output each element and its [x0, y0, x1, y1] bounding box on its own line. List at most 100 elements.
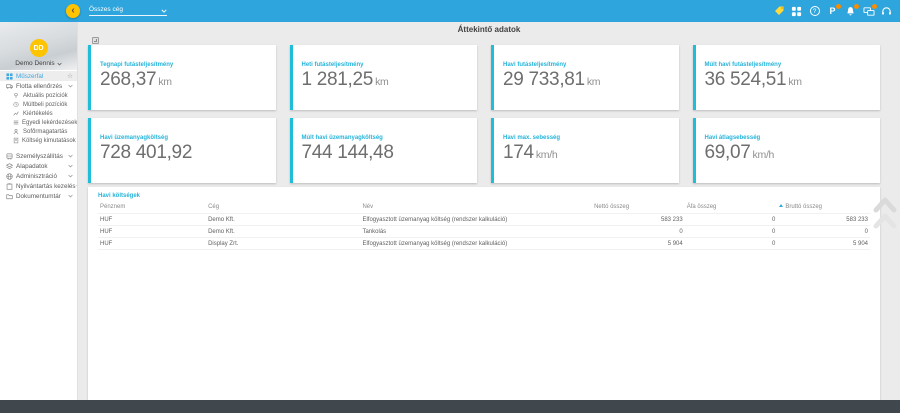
sidebar-collapse-button[interactable]: ‹ — [66, 4, 80, 18]
table-row[interactable]: HUF Demo Kft. Elfogyasztott üzemanyag kö… — [98, 214, 870, 226]
chevron-down-icon — [68, 194, 73, 198]
cell-brutto: 0 — [777, 226, 870, 238]
profile-name-menu[interactable]: Demo Dennis — [15, 60, 61, 67]
screens-icon[interactable] — [862, 5, 875, 18]
kpi-title: Múlt havi üzemanyagköltség — [302, 135, 472, 141]
help-icon[interactable]: ? — [808, 5, 821, 18]
sidebar-item-aktualis-poziciok[interactable]: Aktuális pozíciók — [0, 91, 77, 100]
topbar: ‹ Összes cég ? P — [0, 0, 900, 22]
column-header-label: Bruttó összeg — [785, 204, 822, 210]
sidebar-item-label: Kiértékelés — [23, 111, 53, 117]
kpi-number: 744 144,48 — [302, 142, 394, 163]
cell-afa: 0 — [685, 226, 778, 238]
company-select[interactable]: Összes cég — [89, 6, 167, 16]
kpi-value: 1 281,25km — [302, 69, 472, 91]
sidebar-item-label: Személyszállítás — [16, 153, 63, 160]
column-header-ceg[interactable]: Cég — [206, 202, 360, 214]
chevron-down-icon — [161, 9, 167, 13]
bus-icon — [6, 153, 13, 160]
cell-nev: Elfogyasztott üzemanyag költség (rendsze… — [360, 238, 592, 250]
cell-brutto: 5 904 — [777, 238, 870, 250]
kpi-number: 174 — [503, 142, 534, 163]
cell-ceg: Display Zrt. — [206, 238, 360, 250]
sidebar-item-label: Adminisztráció — [16, 173, 57, 180]
cell-nev: Tankolás — [360, 226, 592, 238]
sidebar-item-label: Dokumentumtár — [16, 193, 61, 200]
sidebar-item-muszerfal[interactable]: Műszerfal ☆ — [0, 71, 77, 81]
apps-grid-icon[interactable] — [790, 5, 803, 18]
sidebar-item-multbeli-poziciok[interactable]: Múltbeli pozíciók — [0, 100, 77, 109]
kpi-title: Havi üzemanyagköltség — [100, 135, 270, 141]
column-header-netto[interactable]: Nettó összeg — [592, 202, 685, 214]
column-header-afa[interactable]: Áfa összeg — [685, 202, 778, 214]
sidebar-item-egyedi-lekerdezesek[interactable]: Egyedi lekérdezések — [0, 118, 77, 127]
kpi-title: Havi átlagsebesség — [705, 135, 875, 141]
table-row[interactable]: HUF Display Zrt. Elfogyasztott üzemanyag… — [98, 238, 870, 250]
column-header-brutto[interactable]: Bruttó összeg — [777, 202, 870, 214]
kpi-value: 174km/h — [503, 142, 673, 164]
sidebar: DD Demo Dennis Műszerfal ☆ Flotta ellenő… — [0, 22, 78, 400]
chevron-down-icon — [57, 62, 62, 66]
parking-icon[interactable]: P — [826, 5, 839, 18]
kpi-unit: km/h — [536, 149, 558, 161]
sidebar-item-label: Műszerfal — [16, 73, 43, 80]
sidebar-item-label: Egyedi lekérdezések — [22, 120, 77, 126]
kpi-card-havi-max-sebesseg: Havi max. sebesség 174km/h — [491, 118, 679, 183]
chevron-up-icon — [872, 194, 898, 234]
sidebar-item-label: Alapadatok — [16, 163, 48, 170]
add-widget-icon[interactable] — [92, 37, 99, 44]
support-headset-icon[interactable] — [880, 5, 893, 18]
kpi-value: 744 144,48 — [302, 142, 472, 164]
favorite-star-icon[interactable]: ☆ — [67, 72, 73, 80]
chevron-down-icon — [76, 184, 79, 188]
cell-nev: Elfogyasztott üzemanyag költség (rendsze… — [360, 214, 592, 226]
kpi-title: Múlt havi futásteljesítmény — [705, 62, 875, 68]
kpi-unit: km — [158, 76, 171, 88]
sidebar-item-szemelyszallitas[interactable]: Személyszállítás — [0, 151, 77, 161]
column-header-penznem[interactable]: Pénznem — [98, 202, 206, 214]
kpi-card-havi-atlagsebesseg: Havi átlagsebesség 69,07km/h — [693, 118, 881, 183]
truck-icon — [6, 83, 13, 90]
kpi-value: 728 401,92 — [100, 142, 270, 164]
sidebar-item-dokumentumtar[interactable]: Dokumentumtár — [0, 191, 77, 201]
kpi-title: Tegnapi futásteljesítmény — [100, 62, 270, 68]
column-header-nev[interactable]: Név — [360, 202, 592, 214]
sidebar-item-koltseg-kimutatasok[interactable]: Költség kimutatások — [0, 136, 77, 145]
sort-asc-icon — [779, 204, 783, 207]
cell-ceg: Demo Kft. — [206, 226, 360, 238]
kpi-title: Heti futásteljesítmény — [302, 62, 472, 68]
sidebar-item-label: Múltbeli pozíciók — [23, 102, 67, 108]
table-header-row: Pénznem Cég Név Nettó összeg Áfa összeg … — [98, 202, 870, 214]
cell-penznem: HUF — [98, 226, 206, 238]
chevron-down-icon — [68, 164, 73, 168]
sidebar-item-adminisztracio[interactable]: Adminisztráció — [0, 171, 77, 181]
tag-icon[interactable] — [772, 5, 785, 18]
kpi-title: Havi max. sebesség — [503, 135, 673, 141]
sidebar-item-nyilvantartas-kezeles[interactable]: Nyilvántartás kezelés — [0, 181, 77, 191]
kpi-card-mult-havi-uzemanyag: Múlt havi üzemanyagköltség 744 144,48 — [290, 118, 478, 183]
page-title: Áttekintő adatok — [458, 25, 521, 34]
collapse-chevron-icon: ‹ — [71, 5, 74, 17]
sidebar-nav: Műszerfal ☆ Flotta ellenőrzés Aktuális p… — [0, 70, 77, 201]
kpi-number: 268,37 — [100, 69, 156, 90]
scroll-top-button[interactable] — [872, 194, 898, 236]
cell-ceg: Demo Kft. — [206, 214, 360, 226]
sidebar-item-flotta-ellenorzes[interactable]: Flotta ellenőrzés — [0, 81, 77, 91]
kpi-card-mult-havi-futas: Múlt havi futásteljesítmény 36 524,51km — [693, 45, 881, 110]
sidebar-item-label: Sofőrmagatartás — [23, 129, 67, 135]
notifications-icon[interactable] — [844, 5, 857, 18]
chevron-down-icon — [68, 84, 73, 88]
sidebar-item-soformagatartas[interactable]: Sofőrmagatartás — [0, 127, 77, 136]
table-title: Havi költségek — [98, 193, 870, 199]
kpi-unit: km — [788, 76, 801, 88]
clipboard-icon — [6, 183, 13, 190]
avatar[interactable]: DD — [30, 39, 48, 57]
layers-icon — [6, 163, 13, 170]
sidebar-item-kiertekeles[interactable]: Kiértékelés — [0, 109, 77, 118]
cell-afa: 0 — [685, 238, 778, 250]
list-icon — [13, 119, 19, 126]
table-row[interactable]: HUF Demo Kft. Tankolás 0 0 0 — [98, 226, 870, 238]
sidebar-item-alapadatok[interactable]: Alapadatok — [0, 161, 77, 171]
widget-toolbar — [78, 36, 900, 45]
kpi-value: 69,07km/h — [705, 142, 875, 164]
